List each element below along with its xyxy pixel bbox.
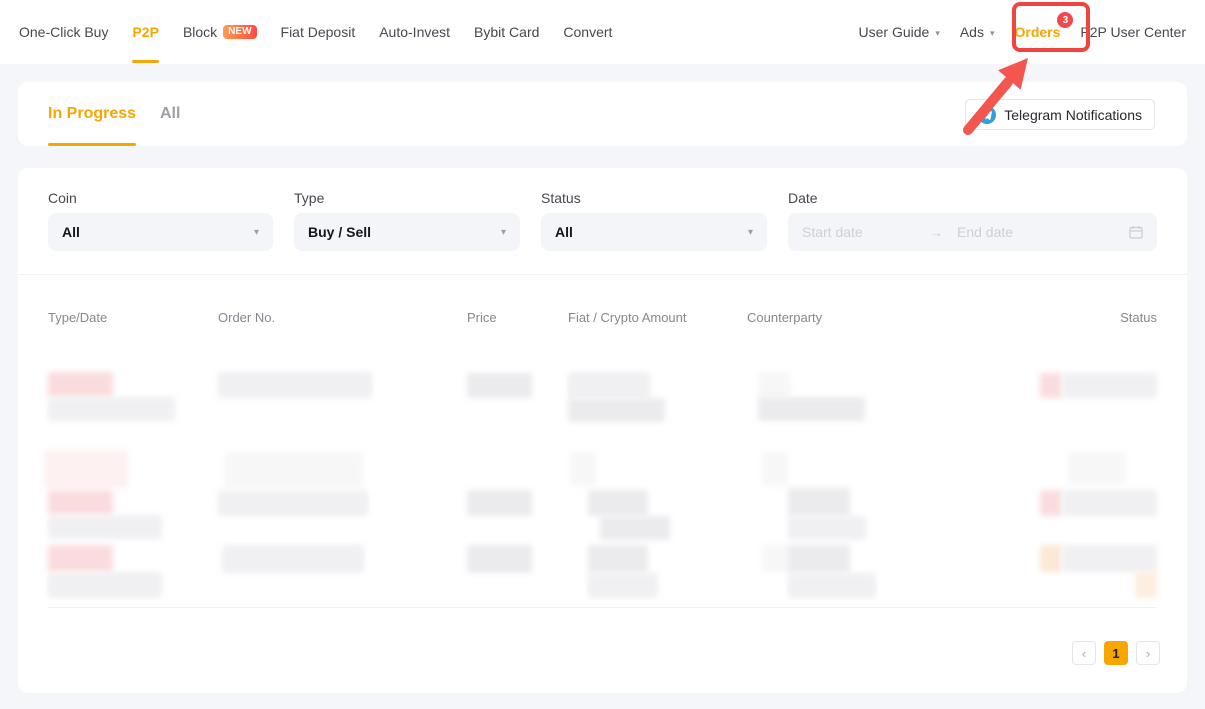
nav-auto-invest[interactable]: Auto-Invest	[379, 0, 450, 64]
type-select-value: Buy / Sell	[308, 224, 371, 240]
telegram-icon	[978, 106, 996, 124]
current-page-number: 1	[1112, 646, 1119, 661]
active-tab-underline	[48, 143, 136, 146]
nav-orders[interactable]: Orders 3	[1015, 0, 1061, 64]
date-filter-label: Date	[788, 190, 818, 206]
date-range-input[interactable]: Start date → End date	[788, 213, 1157, 251]
coin-select-value: All	[62, 224, 80, 240]
coin-filter-label: Coin	[48, 190, 77, 206]
col-header-order-no: Order No.	[218, 310, 275, 325]
orders-panel: Coin All ▾ Type Buy / Sell ▾ Status All …	[18, 168, 1187, 693]
active-tab-underline	[132, 60, 158, 63]
page-1-button[interactable]: 1	[1104, 641, 1128, 665]
status-select[interactable]: All ▾	[541, 213, 767, 251]
nav-label: Convert	[563, 24, 612, 40]
nav-label: Bybit Card	[474, 24, 539, 40]
telegram-button-label: Telegram Notifications	[1004, 107, 1142, 123]
type-select[interactable]: Buy / Sell ▾	[294, 213, 520, 251]
chevron-down-icon: ▾	[990, 27, 995, 38]
telegram-notifications-button[interactable]: Telegram Notifications	[965, 99, 1155, 130]
nav-label: User Guide	[859, 24, 930, 40]
nav-label: P2P User Center	[1080, 24, 1186, 40]
tab-label: All	[160, 105, 180, 123]
nav-bybit-card[interactable]: Bybit Card	[474, 0, 539, 64]
calendar-icon	[1129, 225, 1143, 239]
table-bottom-divider	[48, 607, 1157, 608]
chevron-down-icon: ▾	[748, 226, 753, 238]
chevron-right-icon: ›	[1146, 646, 1150, 661]
new-badge: NEW	[223, 25, 256, 39]
status-select-value: All	[555, 224, 573, 240]
col-header-status: Status	[1120, 310, 1157, 325]
nav-p2p[interactable]: P2P	[132, 0, 158, 64]
date-range-arrow-icon: →	[930, 225, 943, 240]
secondary-nav: User Guide ▾ Ads ▾ Orders 3 P2P User Cen…	[859, 0, 1187, 64]
nav-label: Block	[183, 24, 217, 40]
nav-label: P2P	[132, 24, 158, 40]
nav-label: Fiat Deposit	[281, 24, 356, 40]
nav-ads[interactable]: Ads ▾	[960, 0, 995, 64]
start-date-placeholder: Start date	[802, 224, 930, 240]
nav-p2p-user-center[interactable]: P2P User Center	[1080, 0, 1186, 64]
nav-user-guide[interactable]: User Guide ▾	[859, 0, 940, 64]
filters-divider	[18, 274, 1187, 275]
chevron-down-icon: ▾	[935, 27, 940, 38]
status-filter-label: Status	[541, 190, 581, 206]
col-header-type-date: Type/Date	[48, 310, 107, 325]
tabs-card: In Progress All Telegram Notifications	[18, 82, 1187, 146]
primary-nav: One-Click Buy P2P Block NEW Fiat Deposit…	[19, 0, 612, 64]
nav-label: Orders	[1015, 24, 1061, 40]
nav-label: Auto-Invest	[379, 24, 450, 40]
coin-select[interactable]: All ▾	[48, 213, 273, 251]
orders-count-badge: 3	[1057, 12, 1073, 28]
tab-all[interactable]: All	[160, 82, 180, 146]
col-header-fiat-crypto-amount: Fiat / Crypto Amount	[568, 310, 687, 325]
next-page-button[interactable]: ›	[1136, 641, 1160, 665]
tab-in-progress[interactable]: In Progress	[48, 82, 136, 146]
type-filter-label: Type	[294, 190, 324, 206]
nav-fiat-deposit[interactable]: Fiat Deposit	[281, 0, 356, 64]
end-date-placeholder: End date	[957, 224, 1013, 240]
tab-label: In Progress	[48, 105, 136, 123]
col-header-counterparty: Counterparty	[747, 310, 822, 325]
chevron-left-icon: ‹	[1082, 646, 1086, 661]
chevron-down-icon: ▾	[254, 226, 259, 238]
nav-one-click-buy[interactable]: One-Click Buy	[19, 0, 108, 64]
nav-label: One-Click Buy	[19, 24, 108, 40]
nav-convert[interactable]: Convert	[563, 0, 612, 64]
p2p-orders-page: One-Click Buy P2P Block NEW Fiat Deposit…	[0, 0, 1205, 709]
nav-label: Ads	[960, 24, 984, 40]
top-nav: One-Click Buy P2P Block NEW Fiat Deposit…	[0, 0, 1205, 64]
chevron-down-icon: ▾	[501, 226, 506, 238]
col-header-price: Price	[467, 310, 497, 325]
prev-page-button[interactable]: ‹	[1072, 641, 1096, 665]
nav-block[interactable]: Block NEW	[183, 0, 257, 64]
